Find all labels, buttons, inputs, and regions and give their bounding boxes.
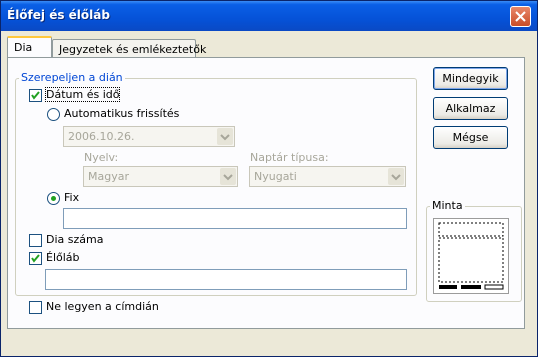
window-title: Élőfej és élőláb [7, 8, 110, 22]
dont-show-title-checkbox[interactable] [29, 301, 42, 314]
calendar-type-combo[interactable]: Nyugati [249, 166, 406, 187]
chevron-down-icon [388, 168, 404, 185]
chevron-down-icon [220, 168, 236, 185]
auto-update-label: Automatikus frissítés [64, 107, 180, 120]
footer-label: Élőláb [46, 251, 80, 264]
footer-input[interactable] [45, 269, 407, 290]
dont-show-title-label: Ne legyen a címdián [46, 300, 159, 313]
checkmark-icon [31, 91, 40, 100]
tab-notes-handouts[interactable]: Jegyzetek és emlékeztetők [52, 39, 206, 59]
date-time-checkbox[interactable] [29, 89, 42, 102]
title-bar[interactable]: Élőfej és élőláb [1, 1, 537, 31]
auto-update-radio[interactable] [47, 108, 60, 121]
tab-slide-label: Dia [14, 41, 33, 54]
tab-notes-label: Jegyzetek és emlékeztetők [59, 43, 207, 56]
footer-checkbox[interactable] [29, 252, 42, 265]
language-label: Nyelv: [84, 151, 119, 164]
language-combo[interactable]: Magyar [83, 166, 238, 187]
slide-number-checkbox[interactable] [29, 234, 42, 247]
date-format-value: 2006.10.26. [68, 130, 135, 143]
tab-slide[interactable]: Dia [7, 36, 52, 59]
close-icon [515, 11, 526, 22]
cancel-button[interactable]: Mégse [433, 126, 508, 149]
calendar-type-value: Nyugati [254, 170, 297, 183]
preview-legend: Minta [430, 199, 465, 212]
fixed-radio[interactable] [47, 192, 60, 205]
slide-number-label: Dia száma [46, 233, 104, 246]
fixed-label: Fix [64, 191, 80, 204]
chevron-down-icon [217, 128, 233, 145]
group-legend: Szerepeljen a dián [19, 71, 125, 84]
calendar-type-label: Naptár típusa: [250, 151, 329, 164]
slide-thumbnail [438, 222, 504, 290]
checkmark-icon [31, 254, 40, 263]
language-value: Magyar [88, 170, 129, 183]
date-format-combo[interactable]: 2006.10.26. [63, 126, 235, 147]
dialog-window: Élőfej és élőláb Dia Jegyzetek és emléke… [0, 0, 538, 357]
apply-button[interactable]: Alkalmaz [433, 97, 508, 120]
fixed-date-input[interactable] [63, 208, 407, 229]
apply-all-button[interactable]: Mindegyik [433, 67, 508, 90]
close-button[interactable] [510, 6, 531, 27]
preview-slide [433, 218, 509, 294]
date-time-label: Dátum és idő [44, 87, 121, 102]
